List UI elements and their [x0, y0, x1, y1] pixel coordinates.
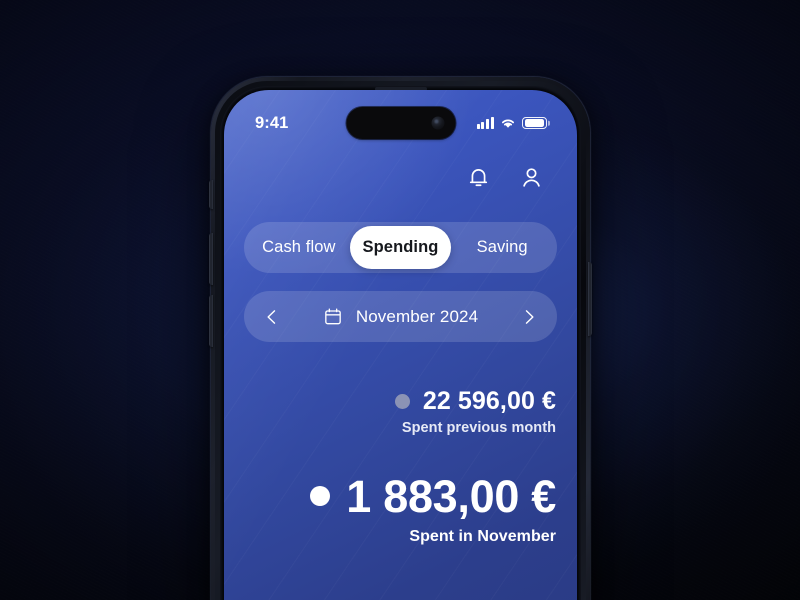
chevron-left-icon[interactable] [262, 307, 282, 327]
chevron-right-icon[interactable] [519, 307, 539, 327]
scene-backdrop: 9:41 Cash flow Spending Saving November … [0, 0, 800, 600]
battery-full-icon [522, 116, 547, 130]
current-month-amount: 1 883,00 € [346, 471, 556, 522]
power-button[interactable] [588, 262, 592, 336]
current-month-caption: Spent in November [409, 528, 556, 546]
calendar-icon [323, 306, 343, 327]
volume-up-button[interactable] [209, 233, 213, 285]
current-month-legend-dot [310, 485, 331, 506]
status-bar-indicators [476, 116, 547, 130]
tab-cash-flow[interactable]: Cash flow [248, 226, 350, 269]
previous-month-caption: Spent previous month [401, 420, 556, 436]
previous-month-legend-dot [394, 394, 410, 409]
previous-month-amount: 22 596,00 € [422, 387, 556, 415]
header-action-row [244, 164, 557, 191]
previous-month-block: 22 596,00 € Spent previous month [244, 387, 556, 436]
month-selector: November 2024 [244, 291, 557, 342]
selected-month-value: November 2024 [355, 306, 479, 326]
status-bar-time: 9:41 [255, 113, 289, 132]
wifi-icon [500, 117, 516, 129]
month-label-group[interactable]: November 2024 [282, 306, 519, 327]
tab-saving[interactable]: Saving [451, 226, 553, 269]
volume-down-button[interactable] [209, 295, 213, 347]
app-content: Cash flow Spending Saving November 2024 … [224, 139, 577, 600]
cellular-signal-icon [476, 117, 494, 129]
previous-month-amount-row: 22 596,00 € [244, 387, 556, 416]
battery-fill [524, 119, 544, 127]
view-segmented-control[interactable]: Cash flow Spending Saving [244, 222, 557, 273]
tab-spending[interactable]: Spending [349, 226, 452, 269]
silent-switch[interactable] [209, 180, 213, 209]
front-camera-icon [431, 116, 444, 130]
phone-screen: 9:41 Cash flow Spending Saving November … [224, 90, 577, 600]
dynamic-island [346, 107, 455, 139]
spending-summary: 22 596,00 € Spent previous month 1 883,0… [244, 387, 557, 546]
phone-device-mockup: 9:41 Cash flow Spending Saving November … [209, 77, 592, 600]
current-month-block: 1 883,00 € Spent in November [244, 473, 556, 546]
current-month-amount-row: 1 883,00 € [244, 473, 556, 520]
user-icon[interactable] [518, 164, 545, 191]
bell-icon[interactable] [465, 164, 492, 191]
